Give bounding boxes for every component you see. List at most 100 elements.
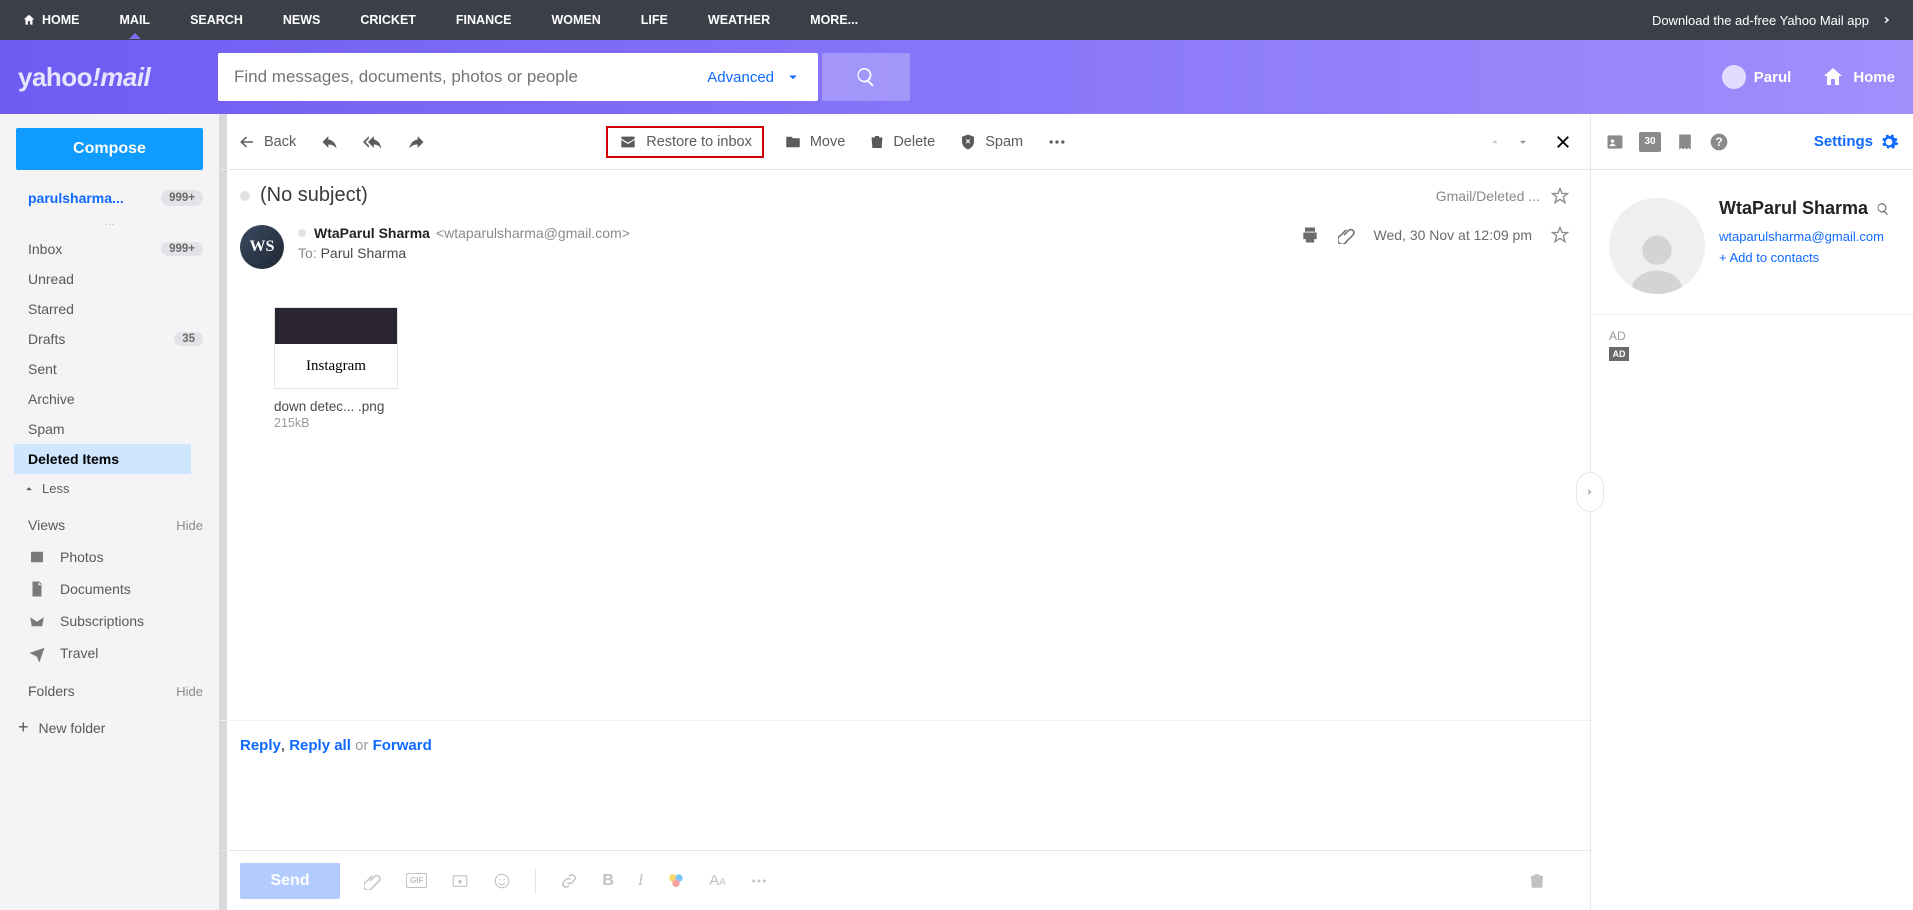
restore-button[interactable]: Restore to inbox bbox=[618, 134, 752, 150]
sidebar-view-photos[interactable]: Photos bbox=[0, 541, 219, 573]
yahoo-mail-logo[interactable]: yahoo!mail bbox=[18, 62, 218, 93]
to-recipient[interactable]: Parul Sharma bbox=[321, 245, 407, 261]
inbox-count-badge: 999+ bbox=[161, 242, 203, 256]
restore-highlight: Restore to inbox bbox=[606, 126, 764, 158]
topnav-news[interactable]: NEWS bbox=[283, 13, 321, 27]
contact-avatar[interactable] bbox=[1609, 198, 1705, 294]
back-button[interactable]: Back bbox=[238, 133, 296, 151]
sidebar-view-documents[interactable]: Documents bbox=[0, 573, 219, 605]
sender-avatar[interactable]: WS bbox=[240, 225, 284, 269]
home-icon bbox=[1821, 65, 1845, 89]
topnav-home[interactable]: HOME bbox=[22, 13, 80, 27]
topnav-more[interactable]: MORE... bbox=[810, 13, 858, 27]
sidebar-item-deleted[interactable]: Deleted Items bbox=[14, 444, 191, 474]
insert-gif-button[interactable]: GIF bbox=[406, 873, 427, 888]
attach-file-button[interactable] bbox=[364, 872, 382, 890]
topnav-women[interactable]: WOMEN bbox=[551, 13, 600, 27]
attachment-filename: down detec... .png bbox=[274, 399, 398, 414]
settings-link[interactable]: Settings bbox=[1814, 132, 1899, 152]
message-toolbar: Back Restore to inbox Move De bbox=[220, 114, 1590, 170]
topnav-life[interactable]: LIFE bbox=[641, 13, 668, 27]
sidebar-item-starred[interactable]: Starred bbox=[0, 294, 219, 324]
delete-button[interactable]: Delete bbox=[869, 133, 935, 151]
font-size-button[interactable]: AA bbox=[709, 872, 726, 890]
add-to-contacts[interactable]: + Add to contacts bbox=[1719, 250, 1890, 265]
help-icon[interactable]: ? bbox=[1709, 132, 1729, 152]
move-button[interactable]: Move bbox=[784, 133, 845, 151]
next-message-icon[interactable] bbox=[1516, 135, 1530, 149]
contacts-icon[interactable] bbox=[1605, 132, 1625, 152]
insert-emoji-button[interactable] bbox=[493, 872, 511, 890]
forward-icon-button[interactable] bbox=[406, 132, 426, 152]
insert-card-button[interactable] bbox=[451, 872, 469, 890]
sender-name[interactable]: WtaParul Sharma bbox=[314, 225, 430, 241]
topnav-weather[interactable]: WEATHER bbox=[708, 13, 770, 27]
search-button[interactable] bbox=[822, 53, 910, 101]
close-icon[interactable] bbox=[1554, 133, 1572, 151]
topnav-cricket[interactable]: CRICKET bbox=[360, 13, 416, 27]
arrow-left-icon bbox=[238, 133, 256, 151]
compose-button[interactable]: Compose bbox=[16, 128, 203, 170]
insert-link-button[interactable] bbox=[560, 872, 578, 890]
sidebar-item-spam[interactable]: Spam bbox=[0, 414, 219, 444]
search-contact-icon[interactable] bbox=[1876, 202, 1890, 216]
calendar-icon[interactable]: 30 bbox=[1639, 132, 1661, 152]
attachment-thumbnail: Instagram bbox=[274, 307, 398, 389]
sidebar-item-archive[interactable]: Archive bbox=[0, 384, 219, 414]
topnav-search[interactable]: SEARCH bbox=[190, 13, 243, 27]
topnav-download-app[interactable]: Download the ad-free Yahoo Mail app bbox=[1652, 13, 1891, 28]
gear-icon bbox=[1879, 132, 1899, 152]
next-panel-toggle[interactable] bbox=[1576, 472, 1604, 512]
user-name[interactable]: Parul bbox=[1754, 69, 1792, 86]
sidebar-collapse-accounts[interactable]: ... bbox=[0, 214, 219, 234]
right-panel: 30 ? Settings WtaParul Sharma wtapa bbox=[1591, 114, 1913, 910]
sidebar-item-drafts[interactable]: Drafts35 bbox=[0, 324, 219, 354]
sidebar-view-subscriptions[interactable]: Subscriptions bbox=[0, 605, 219, 637]
attachment-icon[interactable] bbox=[1338, 226, 1356, 244]
search-advanced[interactable]: Advanced bbox=[707, 68, 802, 86]
sidebar-folders-hide[interactable]: Hide bbox=[176, 684, 203, 699]
reply-icon-button[interactable] bbox=[320, 132, 340, 152]
sidebar-item-inbox[interactable]: Inbox999+ bbox=[0, 234, 219, 264]
forward-link[interactable]: Forward bbox=[373, 737, 432, 754]
reply-link[interactable]: Reply bbox=[240, 737, 281, 754]
sidebar-views-hide[interactable]: Hide bbox=[176, 518, 203, 533]
topnav-mail[interactable]: MAIL bbox=[120, 13, 151, 27]
travel-icon bbox=[28, 644, 46, 662]
message-date: Wed, 30 Nov at 12:09 pm bbox=[1374, 227, 1533, 243]
italic-button[interactable]: I bbox=[638, 872, 643, 890]
send-button[interactable]: Send bbox=[240, 863, 340, 899]
contact-name: WtaParul Sharma bbox=[1719, 198, 1868, 219]
move-icon bbox=[784, 133, 802, 151]
more-actions-button[interactable] bbox=[1047, 132, 1067, 152]
plus-icon: + bbox=[18, 717, 29, 738]
header-home[interactable]: Home bbox=[1821, 65, 1895, 89]
sender-email: <wtaparulsharma@gmail.com> bbox=[436, 225, 630, 241]
search-input[interactable] bbox=[234, 67, 707, 87]
prev-message-icon[interactable] bbox=[1488, 135, 1502, 149]
contact-email[interactable]: wtaparulsharma@gmail.com bbox=[1719, 229, 1890, 244]
sidebar-new-folder[interactable]: + New folder bbox=[0, 707, 219, 745]
reply-all-link[interactable]: Reply all bbox=[289, 737, 351, 754]
user-avatar[interactable] bbox=[1722, 65, 1746, 89]
sidebar-item-unread[interactable]: Unread bbox=[0, 264, 219, 294]
attachment-card[interactable]: Instagram down detec... .png 215kB bbox=[274, 307, 398, 430]
notepad-icon[interactable] bbox=[1675, 132, 1695, 152]
ad-section: AD AD bbox=[1591, 315, 1913, 375]
star-icon[interactable] bbox=[1550, 225, 1570, 245]
to-label: To: bbox=[298, 245, 317, 261]
sidebar-folders-header: Folders Hide bbox=[0, 669, 219, 707]
bold-button[interactable]: B bbox=[602, 872, 614, 890]
text-color-button[interactable] bbox=[667, 872, 685, 890]
sidebar-view-travel[interactable]: Travel bbox=[0, 637, 219, 669]
spam-button[interactable]: Spam bbox=[959, 133, 1023, 151]
reply-all-icon-button[interactable] bbox=[362, 132, 384, 152]
sidebar-item-sent[interactable]: Sent bbox=[0, 354, 219, 384]
star-icon[interactable] bbox=[1550, 186, 1570, 206]
compose-more-button[interactable] bbox=[750, 872, 768, 890]
sidebar-less-toggle[interactable]: Less bbox=[0, 474, 219, 503]
topnav-finance[interactable]: FINANCE bbox=[456, 13, 512, 27]
discard-button[interactable] bbox=[1528, 872, 1546, 890]
print-icon[interactable] bbox=[1300, 225, 1320, 245]
sidebar-account[interactable]: parulsharma... 999+ bbox=[0, 186, 219, 214]
